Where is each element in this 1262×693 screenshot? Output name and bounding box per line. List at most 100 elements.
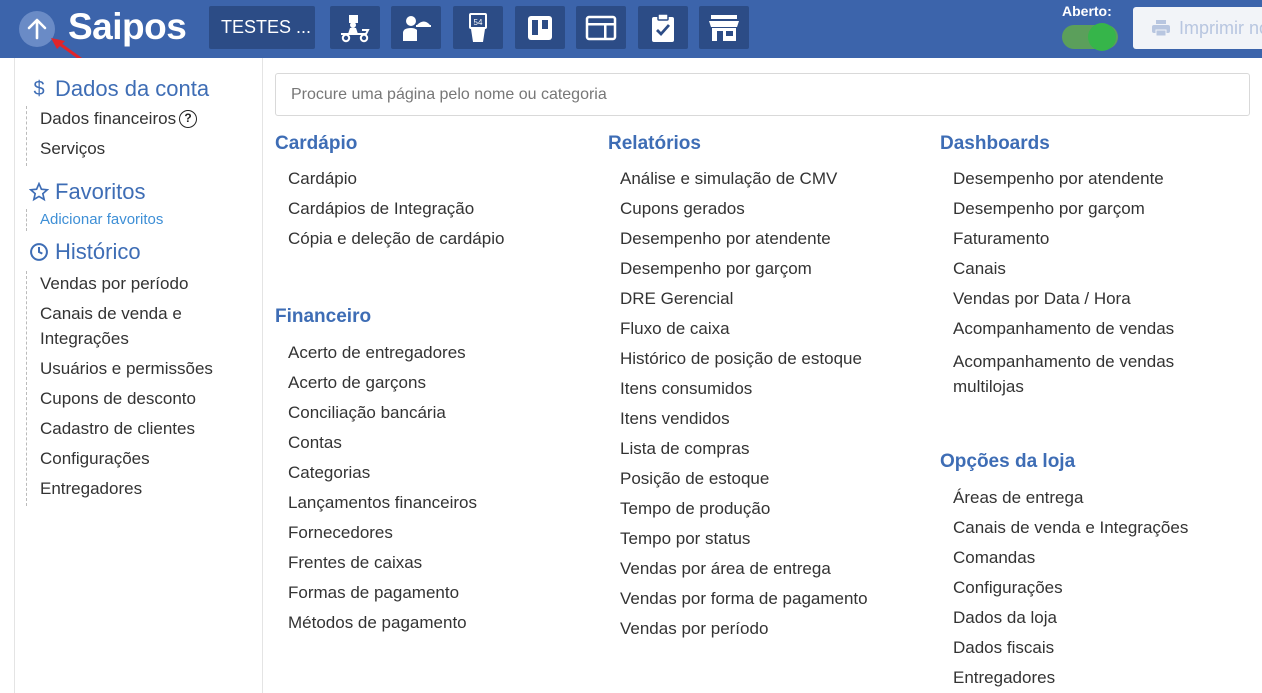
store-open-label: Aberto:	[1062, 3, 1112, 19]
account-group: Dados financeiros? Serviços	[26, 106, 198, 166]
waiter-icon	[403, 15, 431, 41]
card-display-button[interactable]	[576, 6, 626, 49]
menu-link[interactable]: Histórico de posição de estoque	[620, 349, 868, 379]
menu-link[interactable]: Análise e simulação de CMV	[620, 169, 868, 199]
menu-link[interactable]: Cupons gerados	[620, 199, 868, 229]
sidebar-item-settings[interactable]: Configurações	[27, 446, 227, 476]
category-list-cardapio: Cardápio Cardápios de Integração Cópia e…	[288, 169, 504, 259]
sidebar: $ Dados da conta Dados financeiros? Serv…	[14, 58, 263, 693]
checklist-button[interactable]	[638, 6, 688, 49]
menu-link[interactable]: Métodos de pagamento	[288, 613, 477, 643]
category-title-dashboards: Dashboards	[940, 133, 1050, 154]
category-list-financeiro: Acerto de entregadores Acerto de garçons…	[288, 343, 477, 643]
card-display-icon	[585, 15, 617, 40]
print-button-label: Imprimir no	[1179, 17, 1262, 38]
storefront-icon	[709, 14, 739, 41]
checklist-icon	[652, 12, 674, 42]
menu-link[interactable]: Contas	[288, 433, 477, 463]
search-input[interactable]	[275, 73, 1250, 116]
kanban-board-icon	[528, 15, 552, 40]
star-icon	[29, 182, 49, 202]
delivery-button[interactable]	[330, 6, 380, 49]
sidebar-item-sales-by-period[interactable]: Vendas por período	[27, 271, 227, 301]
menu-link[interactable]: Formas de pagamento	[288, 583, 477, 613]
menu-link[interactable]: Frentes de caixas	[288, 553, 477, 583]
help-icon[interactable]: ?	[179, 109, 198, 128]
clock-icon	[30, 243, 48, 261]
menu-link[interactable]: Acompanhamento de vendas	[953, 319, 1198, 349]
menu-link[interactable]: Fluxo de caixa	[620, 319, 868, 349]
history-group: Vendas por período Canais de venda e Int…	[26, 271, 227, 506]
favorites-group: Adicionar favoritos	[26, 209, 163, 231]
menu-link[interactable]: Cardápio	[288, 169, 504, 199]
sidebar-item-financial-data[interactable]: Dados financeiros?	[27, 106, 198, 136]
menu-link[interactable]: Categorias	[288, 463, 477, 493]
favorites-section-title: Favoritos	[29, 179, 145, 205]
sidebar-item-couriers[interactable]: Entregadores	[27, 476, 227, 506]
menu-link[interactable]: Lista de compras	[620, 439, 868, 469]
sidebar-item-discount-coupons[interactable]: Cupons de desconto	[27, 386, 227, 416]
menu-link[interactable]: Dados da loja	[953, 608, 1188, 638]
menu-link[interactable]: Acerto de entregadores	[288, 343, 477, 373]
menu-link[interactable]: Tempo por status	[620, 529, 868, 559]
category-list-dashboards: Desempenho por atendente Desempenho por …	[953, 169, 1198, 404]
menu-link[interactable]: Desempenho por garçom	[953, 199, 1198, 229]
menu-link[interactable]: Desempenho por atendente	[620, 229, 868, 259]
menu-link[interactable]: Posição de estoque	[620, 469, 868, 499]
sidebar-item-customer-registry[interactable]: Cadastro de clientes	[27, 416, 227, 446]
menu-link[interactable]: Fornecedores	[288, 523, 477, 553]
menu-link[interactable]: Desempenho por atendente	[953, 169, 1198, 199]
history-section-title: Histórico	[29, 239, 141, 265]
category-list-relatorios: Análise e simulação de CMV Cupons gerado…	[620, 169, 868, 649]
menu-link[interactable]: Lançamentos financeiros	[288, 493, 477, 523]
sidebar-item-services[interactable]: Serviços	[27, 136, 197, 166]
history-title-text: Histórico	[55, 239, 141, 264]
menu-link[interactable]: Itens vendidos	[620, 409, 868, 439]
table-number-icon: 54	[469, 12, 487, 42]
menu-link[interactable]: Vendas por área de entrega	[620, 559, 868, 589]
toggle-knob	[1088, 23, 1116, 51]
menu-link[interactable]: Faturamento	[953, 229, 1198, 259]
sidebar-item-label: Dados financeiros	[40, 109, 177, 128]
sidebar-item-sales-channels[interactable]: Canais de venda e Integrações	[27, 301, 227, 356]
menu-link[interactable]: Canais de venda e Integrações	[953, 518, 1188, 548]
category-title-financeiro: Financeiro	[275, 306, 372, 327]
menu-link[interactable]: Vendas por período	[620, 619, 868, 649]
menu-link[interactable]: Comandas	[953, 548, 1188, 578]
printer-icon	[1152, 20, 1170, 37]
print-button[interactable]: Imprimir no	[1133, 7, 1262, 49]
category-title-cardapio: Cardápio	[275, 133, 358, 154]
top-navbar: Saipos TESTES ... 54 Aberto: Imprimir no	[0, 0, 1262, 58]
store-open-toggle[interactable]	[1062, 23, 1118, 51]
svg-text:54: 54	[474, 18, 483, 27]
table-number-button[interactable]: 54	[453, 6, 503, 49]
menu-link[interactable]: Áreas de entrega	[953, 488, 1188, 518]
category-title-relatorios: Relatórios	[608, 133, 701, 154]
menu-link[interactable]: Tempo de produção	[620, 499, 868, 529]
sidebar-item-users-permissions[interactable]: Usuários e permissões	[27, 356, 227, 386]
store-selector-button[interactable]: TESTES ...	[209, 6, 315, 49]
delivery-scooter-icon	[341, 14, 370, 42]
menu-link[interactable]: DRE Gerencial	[620, 289, 868, 319]
menu-link[interactable]: Dados fiscais	[953, 638, 1188, 668]
menu-link[interactable]: Desempenho por garçom	[620, 259, 868, 289]
menu-link[interactable]: Cardápios de Integração	[288, 199, 504, 229]
menu-link[interactable]: Canais	[953, 259, 1198, 289]
account-title-text: Dados da conta	[55, 76, 210, 101]
category-list-opcoes-loja: Áreas de entrega Canais de venda e Integ…	[953, 488, 1188, 693]
menu-link[interactable]: Cópia e deleção de cardápio	[288, 229, 504, 259]
add-favorites-link[interactable]: Adicionar favoritos	[27, 209, 163, 231]
menu-link[interactable]: Vendas por Data / Hora	[953, 289, 1198, 319]
menu-link[interactable]: Acerto de garçons	[288, 373, 477, 403]
store-button[interactable]	[699, 6, 749, 49]
menu-link[interactable]: Vendas por forma de pagamento	[620, 589, 868, 619]
waiter-button[interactable]	[391, 6, 441, 49]
dollar-icon: $	[33, 77, 45, 100]
kanban-button[interactable]	[515, 6, 565, 49]
menu-link[interactable]: Itens consumidos	[620, 379, 868, 409]
menu-link[interactable]: Conciliação bancária	[288, 403, 477, 433]
menu-link[interactable]: Entregadores	[953, 668, 1188, 693]
menu-link[interactable]: Acompanhamento de vendas multilojas	[953, 349, 1198, 404]
favorites-title-text: Favoritos	[55, 179, 146, 204]
menu-link[interactable]: Configurações	[953, 578, 1188, 608]
